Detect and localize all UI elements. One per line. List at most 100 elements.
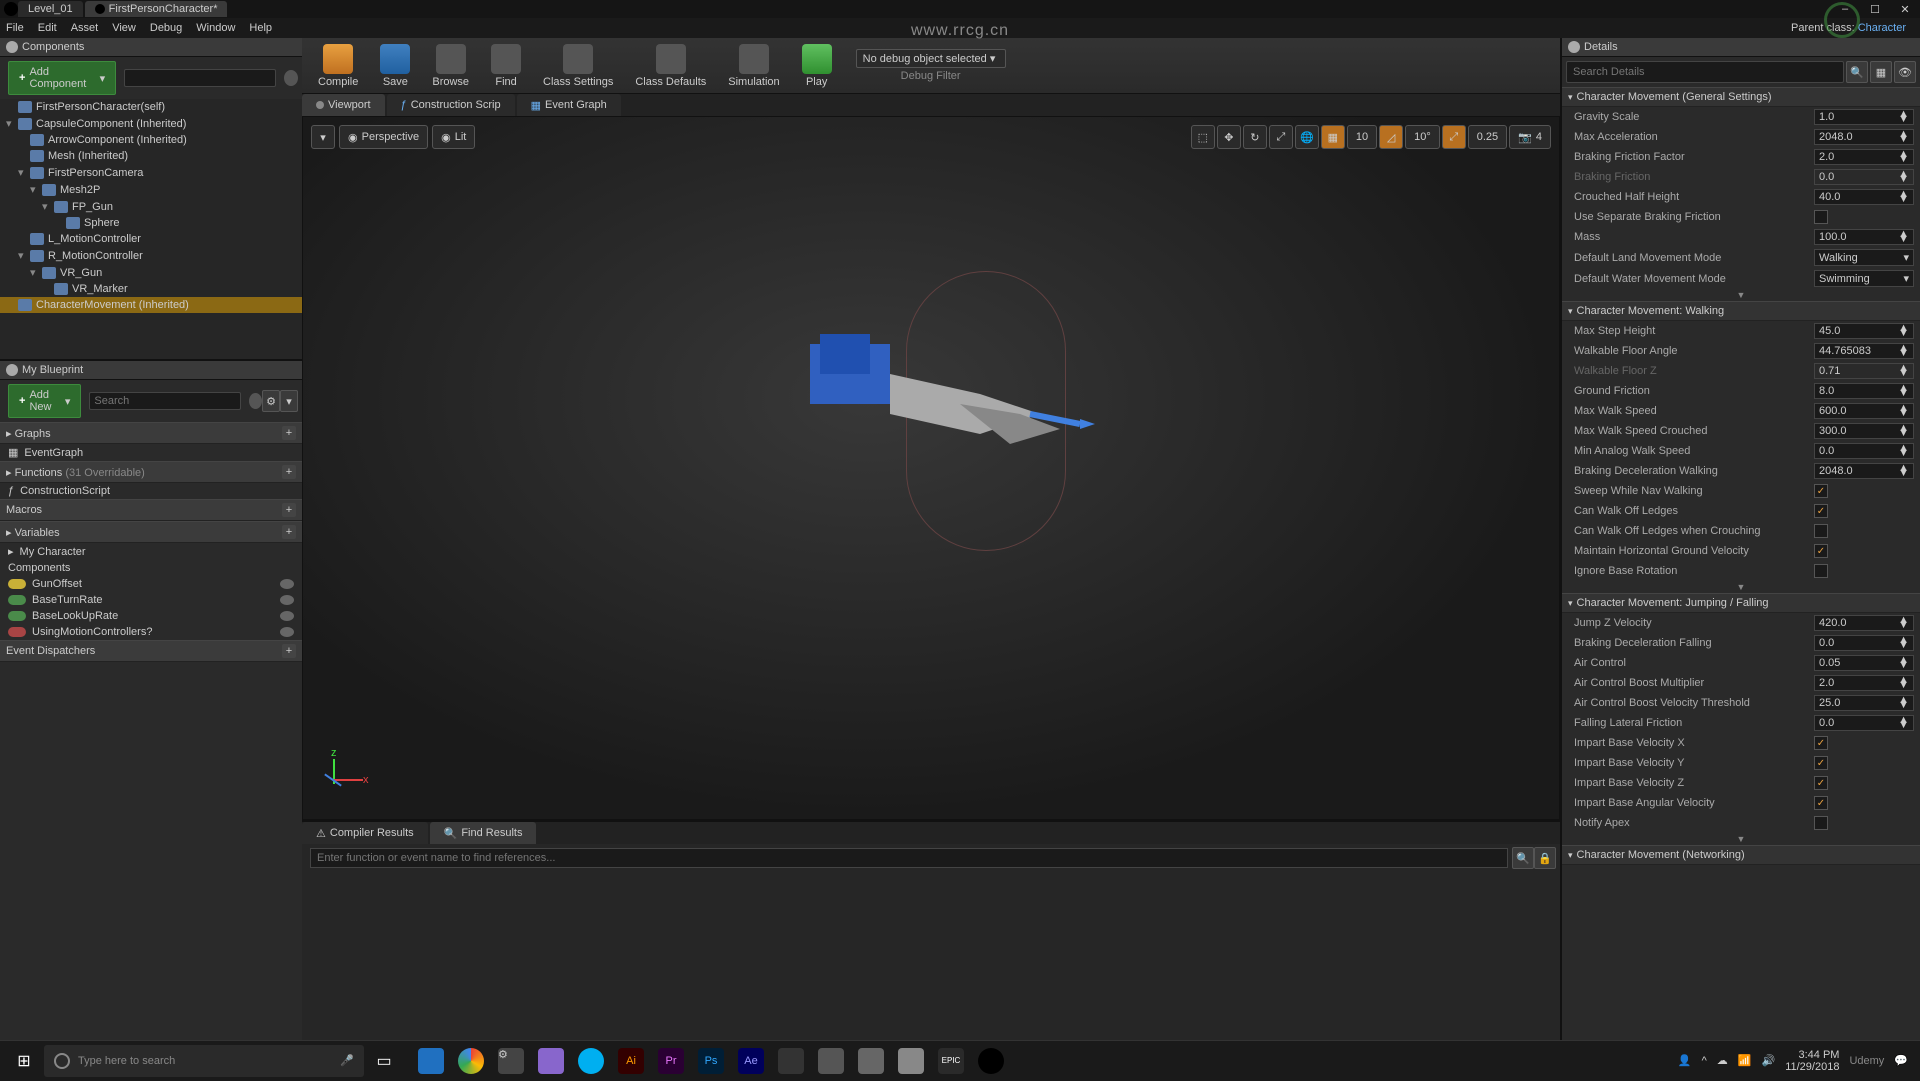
- illustrator-icon[interactable]: Ai: [612, 1042, 650, 1080]
- checkbox[interactable]: [1814, 776, 1828, 790]
- checkbox[interactable]: [1814, 524, 1828, 538]
- number-input[interactable]: 0.05▲▼: [1814, 655, 1914, 671]
- variable-item[interactable]: GunOffset: [0, 576, 302, 592]
- details-search-input[interactable]: [1566, 61, 1844, 83]
- tab-construction[interactable]: ƒConstruction Scrip: [387, 94, 515, 116]
- aftereffects-icon[interactable]: Ae: [732, 1042, 770, 1080]
- category-header[interactable]: ▾Character Movement (General Settings): [1562, 87, 1920, 107]
- menu-file[interactable]: File: [6, 22, 24, 34]
- app-icon[interactable]: [812, 1042, 850, 1080]
- premiere-icon[interactable]: Pr: [652, 1042, 690, 1080]
- find-options-icon[interactable]: 🔒: [1534, 847, 1556, 869]
- dispatchers-header[interactable]: Event Dispatchers+: [0, 640, 302, 662]
- browse-button[interactable]: Browse: [422, 40, 479, 92]
- select-mode-icon[interactable]: ⬚: [1191, 125, 1215, 149]
- tree-item[interactable]: ▾CapsuleComponent (Inherited): [0, 115, 302, 132]
- variable-item[interactable]: BaseTurnRate: [0, 592, 302, 608]
- tab-find-results[interactable]: 🔍Find Results: [430, 822, 537, 844]
- tree-item[interactable]: Sphere: [0, 215, 302, 231]
- snap-scale-icon[interactable]: ⤢: [1442, 125, 1466, 149]
- details-body[interactable]: ▾Character Movement (General Settings)Gr…: [1562, 87, 1920, 1060]
- viewport-3d[interactable]: ▾ ◉ Perspective ◉ Lit ⬚ ✥ ↻ ⤢ 🌐 ▦ 10 ◿ 1…: [302, 116, 1560, 820]
- search-icon[interactable]: [284, 70, 298, 86]
- checkbox[interactable]: [1814, 210, 1828, 224]
- number-input[interactable]: 100.0▲▼: [1814, 229, 1914, 245]
- tree-item[interactable]: ▾R_MotionController: [0, 247, 302, 264]
- tab-eventgraph[interactable]: ▦Event Graph: [517, 94, 621, 116]
- add-dispatcher-button[interactable]: +: [282, 644, 296, 658]
- filter-icon[interactable]: ⚙: [262, 390, 280, 412]
- number-input[interactable]: 2.0▲▼: [1814, 149, 1914, 165]
- menu-asset[interactable]: Asset: [71, 22, 99, 34]
- number-input[interactable]: 0.71▲▼: [1814, 363, 1914, 379]
- add-variable-button[interactable]: +: [282, 525, 296, 539]
- tree-item[interactable]: ▾Mesh2P: [0, 181, 302, 198]
- app-icon[interactable]: [892, 1042, 930, 1080]
- functions-header[interactable]: ▸ Functions (31 Overridable)+: [0, 461, 302, 483]
- find-button[interactable]: Find: [481, 40, 531, 92]
- tree-item[interactable]: ▾FirstPersonCamera: [0, 164, 302, 181]
- camera-speed[interactable]: 📷 4: [1509, 125, 1551, 149]
- expand-arrow-icon[interactable]: ▼: [1562, 833, 1920, 845]
- variable-item[interactable]: UsingMotionControllers?: [0, 624, 302, 640]
- start-button[interactable]: ⊞: [4, 1041, 44, 1081]
- find-input[interactable]: [310, 848, 1508, 868]
- checkbox[interactable]: [1814, 796, 1828, 810]
- maximize-button[interactable]: ☐: [1860, 0, 1890, 18]
- settings-icon[interactable]: ⚙: [492, 1042, 530, 1080]
- menu-window[interactable]: Window: [196, 22, 235, 34]
- world-local-icon[interactable]: 🌐: [1295, 125, 1319, 149]
- tree-item[interactable]: L_MotionController: [0, 231, 302, 247]
- taskbar-search[interactable]: Type here to search🎤: [44, 1045, 364, 1077]
- tray-people-icon[interactable]: 👤: [1678, 1054, 1692, 1067]
- eventgraph-item[interactable]: ▦EventGraph: [0, 444, 302, 461]
- tree-item[interactable]: VR_Marker: [0, 281, 302, 297]
- number-input[interactable]: 420.0▲▼: [1814, 615, 1914, 631]
- tray-up-icon[interactable]: ^: [1702, 1055, 1707, 1067]
- menu-view[interactable]: View: [112, 22, 136, 34]
- grid-snap-value[interactable]: 10: [1347, 125, 1377, 149]
- category-header[interactable]: ▾Character Movement: Walking: [1562, 301, 1920, 321]
- minimize-button[interactable]: –: [1830, 0, 1860, 18]
- combo-box[interactable]: Swimming▾: [1814, 270, 1914, 287]
- add-function-button[interactable]: +: [282, 465, 296, 479]
- number-input[interactable]: 0.0▲▼: [1814, 715, 1914, 731]
- matrix-icon[interactable]: ▦: [1870, 61, 1892, 83]
- number-input[interactable]: 2.0▲▼: [1814, 675, 1914, 691]
- number-input[interactable]: 25.0▲▼: [1814, 695, 1914, 711]
- rotate-mode-icon[interactable]: ↻: [1243, 125, 1267, 149]
- expand-arrow-icon[interactable]: ▼: [1562, 581, 1920, 593]
- variables-header[interactable]: ▸ Variables+: [0, 521, 302, 543]
- parent-class-link[interactable]: Character: [1858, 22, 1906, 34]
- compile-button[interactable]: Compile: [308, 40, 368, 92]
- tab-level[interactable]: Level_01: [18, 1, 83, 17]
- components-search[interactable]: [124, 69, 276, 87]
- menu-help[interactable]: Help: [249, 22, 272, 34]
- tray-cloud-icon[interactable]: ☁: [1717, 1054, 1728, 1067]
- app-icon[interactable]: [852, 1042, 890, 1080]
- category-header[interactable]: ▾Character Movement: Jumping / Falling: [1562, 593, 1920, 613]
- play-button[interactable]: Play: [792, 40, 842, 92]
- photoshop-icon[interactable]: Ps: [692, 1042, 730, 1080]
- macros-header[interactable]: Macros+: [0, 499, 302, 521]
- number-input[interactable]: 2048.0▲▼: [1814, 463, 1914, 479]
- add-graph-button[interactable]: +: [282, 426, 296, 440]
- mychar-category[interactable]: ▸ My Character: [0, 543, 302, 560]
- close-button[interactable]: ✕: [1890, 0, 1920, 18]
- search-icon[interactable]: [249, 393, 262, 409]
- notifications-icon[interactable]: 💬: [1894, 1054, 1908, 1067]
- tab-viewport[interactable]: Viewport: [302, 94, 385, 116]
- number-input[interactable]: 44.765083▲▼: [1814, 343, 1914, 359]
- tree-item[interactable]: CharacterMovement (Inherited): [0, 297, 302, 313]
- tree-item[interactable]: FirstPersonCharacter(self): [0, 99, 302, 115]
- number-input[interactable]: 8.0▲▼: [1814, 383, 1914, 399]
- scale-snap-value[interactable]: 0.25: [1468, 125, 1507, 149]
- vp-menu-button[interactable]: ▾: [311, 125, 335, 149]
- checkbox[interactable]: [1814, 564, 1828, 578]
- add-macro-button[interactable]: +: [282, 503, 296, 517]
- tree-item[interactable]: ArrowComponent (Inherited): [0, 132, 302, 148]
- simulation-button[interactable]: Simulation: [718, 40, 789, 92]
- number-input[interactable]: 0.0▲▼: [1814, 443, 1914, 459]
- menu-debug[interactable]: Debug: [150, 22, 182, 34]
- checkbox[interactable]: [1814, 544, 1828, 558]
